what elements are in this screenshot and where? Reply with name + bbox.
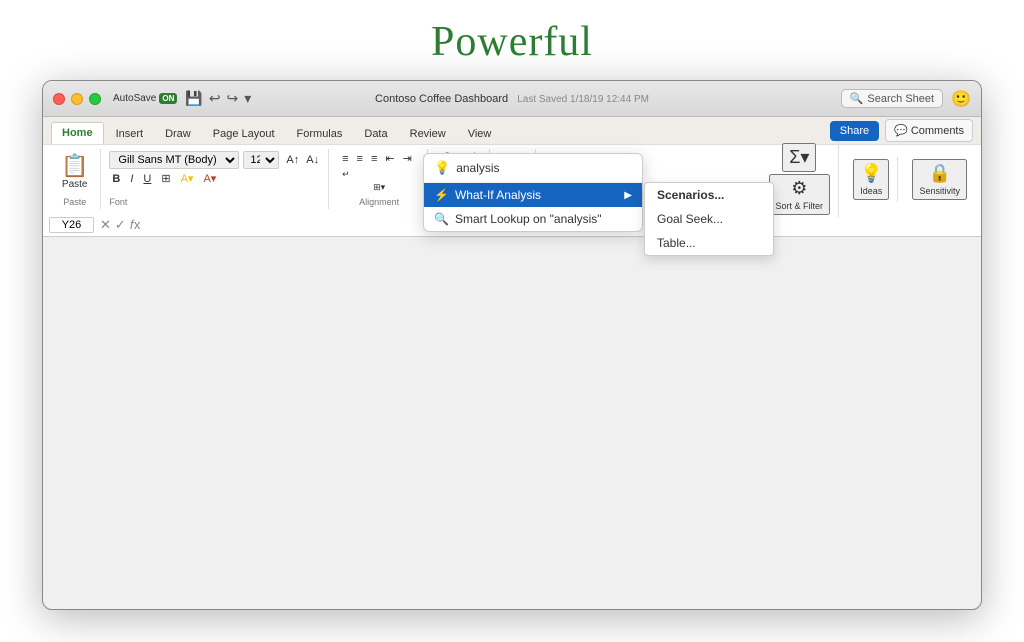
ribbon-right-top: Share 💬 Comments bbox=[830, 119, 973, 144]
paste-group: 📋 Paste Paste bbox=[49, 149, 101, 209]
sensitivity-icon: 🔒 bbox=[929, 163, 951, 184]
toolbar-icons: 💾 ↩ ↪ ▾ bbox=[185, 90, 251, 107]
tab-formulas[interactable]: Formulas bbox=[287, 124, 353, 144]
sensitivity-group: 🔒 Sensitivity bbox=[904, 157, 975, 202]
tab-view[interactable]: View bbox=[458, 124, 502, 144]
more-icon[interactable]: ▾ bbox=[244, 90, 251, 107]
gen-button[interactable]: Gen bbox=[500, 151, 527, 166]
increase-font-button[interactable]: A↑ bbox=[283, 153, 302, 167]
redo-icon[interactable]: ↪ bbox=[227, 90, 239, 107]
align-center-button[interactable]: ≡ bbox=[354, 151, 366, 166]
sort-filter-button[interactable]: ⚙ Sort & Filter bbox=[769, 174, 831, 215]
ideas-group: 💡 Ideas bbox=[845, 157, 898, 202]
autosave-label: AutoSave ON bbox=[113, 93, 177, 104]
traffic-lights bbox=[53, 93, 101, 105]
autosum-button[interactable]: Σ▾ bbox=[782, 143, 816, 172]
paste-button[interactable]: 📋 Paste bbox=[57, 151, 92, 192]
number-group-label: Number bbox=[444, 197, 476, 207]
tab-draw[interactable]: Draw bbox=[155, 124, 201, 144]
align-right-button[interactable]: ≡ bbox=[368, 151, 380, 166]
sigma-icon: Σ▾ bbox=[789, 147, 809, 168]
sensitivity-button[interactable]: 🔒 Sensitivity bbox=[912, 159, 967, 200]
minimize-button[interactable] bbox=[71, 93, 83, 105]
share-button[interactable]: Share bbox=[830, 121, 879, 141]
save-icon[interactable]: 💾 bbox=[185, 90, 202, 107]
border-button[interactable]: ⊞ bbox=[158, 171, 173, 186]
styles-group-label: Styles bbox=[501, 197, 526, 207]
maximize-button[interactable] bbox=[89, 93, 101, 105]
percent-button[interactable]: % bbox=[452, 161, 468, 175]
window-title: Contoso Coffee Dashboard Last Saved 1/18… bbox=[375, 93, 649, 105]
search-box[interactable]: 🔍 Search Sheet bbox=[841, 89, 943, 108]
align-left-button[interactable]: ≡ bbox=[339, 151, 351, 166]
highlight-button[interactable]: A▾ bbox=[178, 171, 197, 186]
wrap-button[interactable]: ↵ bbox=[339, 168, 353, 181]
formula-bar: ✕ ✓ 𝑓x bbox=[43, 213, 981, 237]
file-name: Contoso Coffee Dashboard bbox=[375, 93, 508, 105]
indent-decrease-button[interactable]: ⇤ bbox=[382, 151, 397, 166]
search-icon: 🔍 bbox=[850, 92, 864, 105]
formula-dividers: ✕ ✓ 𝑓x bbox=[100, 217, 140, 233]
tab-page-layout[interactable]: Page Layout bbox=[203, 124, 285, 144]
autosum-group: Σ▾ ⚙ Sort & Filter bbox=[761, 141, 840, 217]
styles-group: Gen Styles bbox=[492, 149, 536, 209]
cell-reference[interactable] bbox=[49, 217, 94, 233]
ribbon-right-buttons: Σ▾ ⚙ Sort & Filter 💡 Ideas 🔒 Sensitivity bbox=[761, 149, 975, 209]
font-color-button[interactable]: A▾ bbox=[200, 171, 219, 186]
submenu-item-scenarios[interactable]: Scenarios... bbox=[645, 183, 773, 207]
bold-button[interactable]: B bbox=[109, 172, 123, 186]
autosave-state: ON bbox=[159, 93, 177, 104]
close-button[interactable] bbox=[53, 93, 65, 105]
underline-button[interactable]: U bbox=[140, 172, 154, 186]
font-group-label: Font bbox=[109, 197, 322, 207]
tab-review[interactable]: Review bbox=[400, 124, 456, 144]
font-row-1: Gill Sans MT (Body) 12 A↑ A↓ bbox=[109, 151, 322, 169]
undo-icon[interactable]: ↩ bbox=[209, 90, 221, 107]
tab-data[interactable]: Data bbox=[354, 124, 397, 144]
file-info: Last Saved 1/18/19 12:44 PM bbox=[517, 94, 649, 105]
indent-increase-button[interactable]: ⇥ bbox=[400, 151, 415, 166]
page-title: Powerful bbox=[431, 0, 593, 80]
title-bar: AutoSave ON 💾 ↩ ↪ ▾ Contoso Coffee Dashb… bbox=[43, 81, 981, 117]
decrease-font-button[interactable]: A↓ bbox=[303, 153, 322, 167]
search-label: Search Sheet bbox=[867, 93, 934, 105]
filter-icon: ⚙ bbox=[791, 178, 807, 199]
align-group: ≡ ≡ ≡ ⇤ ⇥ ↵ ⊞▾ Alignment bbox=[331, 149, 428, 209]
comments-button[interactable]: 💬 Comments bbox=[885, 119, 973, 142]
ideas-icon: 💡 bbox=[860, 163, 882, 184]
excel-window: AutoSave ON 💾 ↩ ↪ ▾ Contoso Coffee Dashb… bbox=[42, 80, 982, 610]
arrow-icon: ▶ bbox=[624, 190, 632, 201]
tab-home[interactable]: Home bbox=[51, 122, 104, 144]
font-row-2: B I U ⊞ A▾ A▾ bbox=[109, 171, 322, 186]
ribbon-content: 📋 Paste Paste Gill Sans MT (Body) 12 A↑ … bbox=[43, 145, 981, 213]
paste-icon: 📋 bbox=[61, 153, 88, 179]
italic-button[interactable]: I bbox=[127, 172, 136, 186]
align-group-label: Alignment bbox=[359, 197, 399, 207]
paste-label: Paste bbox=[63, 197, 86, 207]
number-group: General % Number bbox=[430, 149, 490, 209]
font-group: Gill Sans MT (Body) 12 A↑ A↓ B I U ⊞ A▾ … bbox=[103, 149, 329, 209]
merge-button[interactable]: ⊞▾ bbox=[370, 181, 388, 194]
ribbon-tabs: Home Insert Draw Page Layout Formulas Da… bbox=[43, 117, 981, 145]
smiley-icon[interactable]: 🙂 bbox=[951, 89, 971, 109]
font-family-select[interactable]: Gill Sans MT (Body) bbox=[109, 151, 239, 169]
tab-insert[interactable]: Insert bbox=[106, 124, 154, 144]
comment-icon: 💬 bbox=[894, 124, 908, 137]
ideas-button[interactable]: 💡 Ideas bbox=[853, 159, 889, 200]
font-size-select[interactable]: 12 bbox=[243, 151, 279, 169]
title-bar-right: 🔍 Search Sheet 🙂 bbox=[841, 89, 971, 109]
